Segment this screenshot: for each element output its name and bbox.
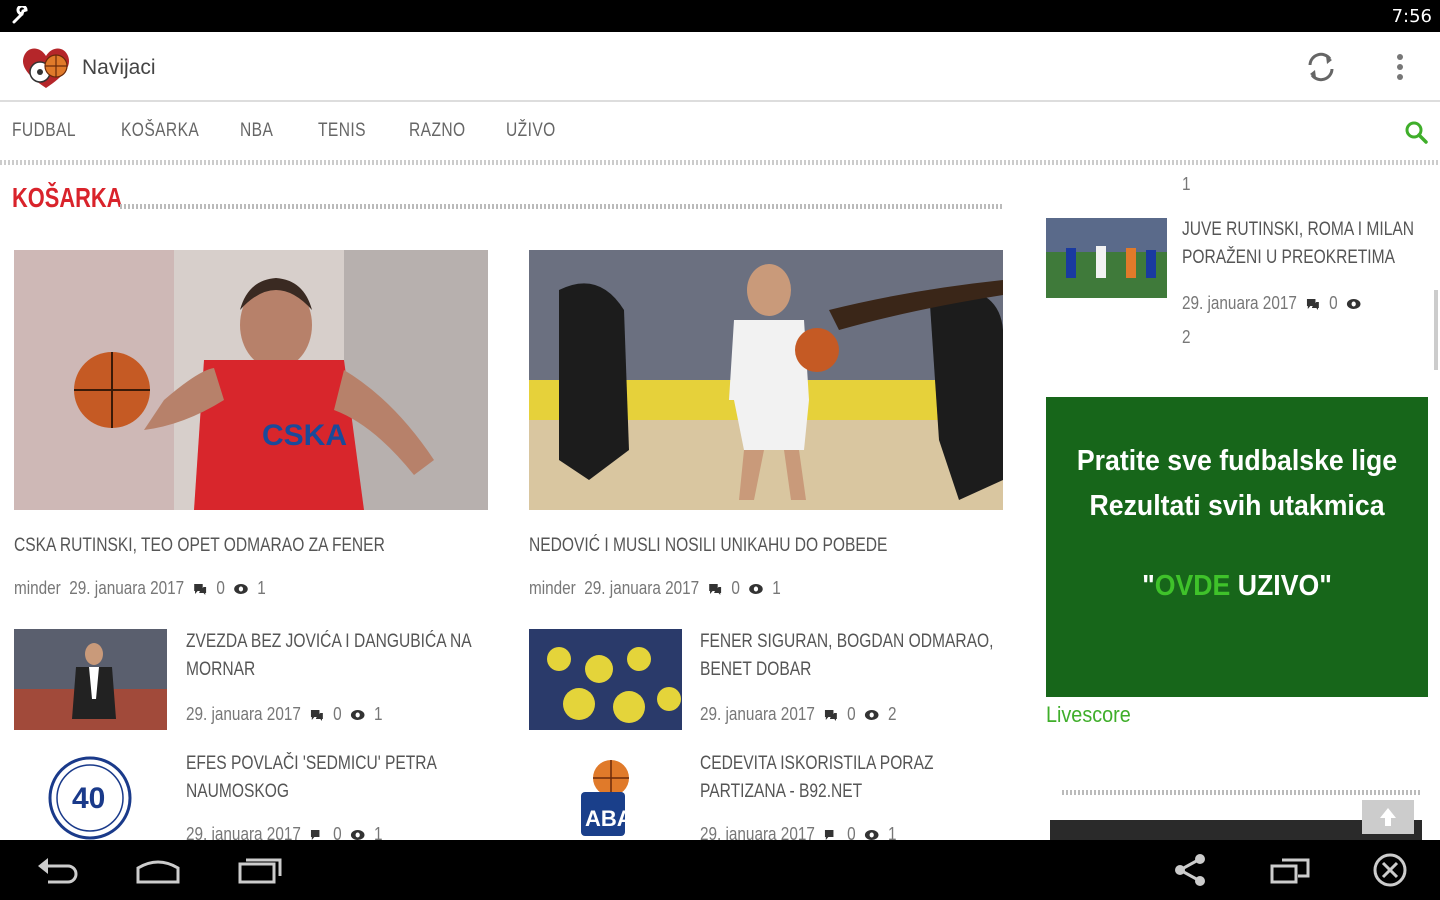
view-count: 1 [373,704,383,724]
refresh-icon[interactable] [1302,48,1340,86]
view-count: 2 [1182,327,1191,347]
comment-icon [825,709,837,721]
eye-icon [1347,298,1361,309]
article-author: minder [14,578,61,598]
sidebar-divider [1062,790,1420,795]
article-meta: 29. januara 2017 0 1 [186,704,382,725]
article-title-cont[interactable]: PARTIZANA - B92.NET [700,778,862,806]
article-title-cont[interactable]: PORAŽENI U PREOKRETIMA [1182,244,1395,272]
eye-icon [749,583,763,594]
view-count: 1 [772,578,781,598]
article-meta: minder 29. januara 2017 0 1 [14,578,266,599]
livescore-link[interactable]: Livescore [1046,702,1131,728]
article-thumbnail[interactable]: 40 [14,750,167,840]
comment-icon [709,583,722,595]
article-thumbnail[interactable] [1046,218,1167,298]
tab-nba[interactable]: NBA [240,120,273,142]
article-thumbnail[interactable] [529,629,682,730]
article-thumbnail[interactable] [14,629,167,730]
sidebar-count: 1 [1182,174,1191,194]
action-bar [0,32,1440,102]
ad-cta: "OVDE UZIVO" [1142,570,1332,602]
svg-text:CSKA: CSKA [262,419,347,452]
status-time: 7:56 [1391,6,1432,27]
article-title[interactable]: EFES POVLAČI 'SEDMICU' PETRA [186,750,437,778]
share-icon[interactable] [1170,852,1210,888]
article-meta: 29. januara 2017 0 2 [700,704,896,725]
comment-icon [311,709,323,721]
article-date: 29. januara 2017 [186,704,301,724]
article-image[interactable]: CSKA [14,250,488,510]
arrow-up-icon [1380,808,1396,826]
system-nav-bar [0,840,1440,900]
tab-fudbal[interactable]: FUDBAL [12,120,76,142]
view-count: 1 [257,578,266,598]
svg-text:ABA: ABA [585,806,633,831]
window-icon[interactable] [1268,852,1314,888]
article-thumbnail[interactable]: ABA [529,750,682,840]
eye-icon [865,709,879,720]
overflow-menu-icon[interactable] [1388,48,1412,86]
article-title[interactable]: NEDOVIĆ I MUSLI NOSILI UNIKAHU DO POBEDE [529,532,887,560]
article-title[interactable]: ZVEZDA BEZ JOVIĆA I DANGUBIĆA NA [186,628,472,656]
back-icon[interactable] [34,852,82,888]
recents-icon[interactable] [234,852,286,888]
eye-icon [234,583,248,594]
tab-kosarka[interactable]: KOŠARKA [121,120,199,142]
app-title: Navijaci [82,56,156,79]
wrench-icon [12,6,28,24]
category-nav [0,104,1440,162]
search-icon[interactable] [1404,120,1428,144]
article-image[interactable] [529,250,1003,510]
comment-count: 0 [847,704,856,724]
article-title[interactable]: JUVE RUTINSKI, ROMA I MILAN [1182,216,1414,244]
close-circle-icon[interactable] [1370,852,1410,888]
article-title-cont[interactable]: MORNAR [186,656,255,684]
app-logo[interactable] [18,42,74,92]
status-bar [0,0,1440,32]
comment-icon [1307,298,1319,310]
scroll-to-top-button[interactable] [1362,800,1414,834]
comment-count: 0 [731,578,740,598]
eye-icon [351,709,365,720]
aba-logo: ABA [529,750,682,840]
club-logo: 40 [14,750,167,840]
article-date: 29. januara 2017 [69,578,185,598]
article-author: minder [529,578,576,598]
tab-razno[interactable]: RAZNO [409,120,466,142]
svg-text:40: 40 [72,782,105,815]
article-title[interactable]: CSKA RUTINSKI, TEO OPET ODMARAO ZA FENER [14,532,385,560]
article-meta: minder 29. januara 2017 0 1 [529,578,781,599]
article-title[interactable]: FENER SIGURAN, BOGDAN ODMARAO, [700,628,993,656]
article-title[interactable]: CEDEVITA ISKORISTILA PORAZ [700,750,933,778]
comment-icon [194,583,207,595]
tab-tenis[interactable]: TENIS [318,120,366,142]
article-title-cont[interactable]: NAUMOSKOG [186,778,289,806]
article-date: 29. januara 2017 [584,578,700,598]
view-count: 2 [887,704,897,724]
scrollbar[interactable] [1434,290,1438,370]
section-divider [120,204,1004,209]
article-title-cont[interactable]: BENET DOBAR [700,656,811,684]
comment-count: 0 [333,704,342,724]
section-title: KOŠARKA [12,182,123,213]
home-icon[interactable] [132,852,184,888]
tab-uzivo[interactable]: UŽIVO [506,120,556,142]
livescore-ad-banner[interactable]: Pratite sve fudbalske lige Rezultati svi… [1046,397,1428,697]
article-meta: 29. januara 2017 0 [1182,293,1361,314]
article-date: 29. januara 2017 [700,704,815,724]
ad-line-1: Pratite sve fudbalske lige [1076,445,1398,477]
ad-cta-highlight: OVDE [1154,570,1231,602]
ad-line-2: Rezultati svih utakmica [1089,490,1385,522]
comment-count: 0 [216,578,225,598]
article-date: 29. januara 2017 [1182,293,1297,313]
nav-divider [0,160,1440,165]
comment-count: 0 [1329,293,1338,313]
